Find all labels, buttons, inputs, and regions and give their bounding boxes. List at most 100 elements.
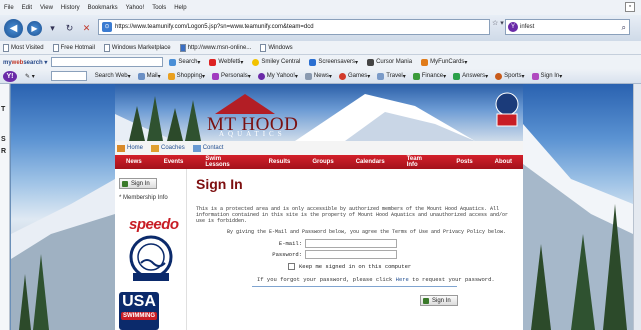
home-icon [117,144,125,152]
left-sidebar: Sign In * Membership Info speedo USA SWI… [115,169,187,330]
menu-tools[interactable]: Tools [152,5,166,11]
msn-icon [179,43,186,52]
sign-in-icon [122,180,128,187]
bookmark-msn-online[interactable]: http://www.msn-online... [179,43,251,52]
usa-swimming-logo[interactable]: USA SWIMMING [119,292,159,330]
site-identity-icon[interactable]: ⊙ [102,22,112,32]
nav-news[interactable]: News [115,159,153,165]
membership-info-link[interactable]: * Membership Info [119,195,168,201]
toolbar1-cursor-mania[interactable]: Cursor Mania [367,58,412,66]
side-panel-letter: T [1,106,6,113]
usa-swimming-badge-icon[interactable] [494,92,520,128]
nav-posts[interactable]: Posts [445,159,483,165]
terms-agreement-text: By giving the E-Mail and Password below,… [227,229,507,235]
screensaver-icon [309,58,317,66]
subnav-contact[interactable]: Contact [192,144,223,152]
reload-icon[interactable]: ↻ [63,22,76,35]
subnav-home[interactable]: Home [117,144,143,152]
sign-in-icon [531,72,539,80]
search-icon[interactable]: ⌕ [622,21,626,35]
yahoo-toolbar: Y! ✎ ▾ Search Web ▾ Mail ▾ Shopping ▾ Pe… [0,69,641,84]
dropdown-arrow-icon[interactable]: ▾ [46,22,59,35]
search-text: infest [520,24,535,30]
nav-results[interactable]: Results [258,159,302,165]
toolbar1-search[interactable]: Search ▾ [169,58,200,66]
toolbar2-games[interactable]: Games ▾ [338,72,370,80]
bookmark-windows-marketplace[interactable]: Windows Marketplace [103,43,171,52]
menu-edit[interactable]: Edit [22,5,32,11]
speedo-sponsor-logo[interactable]: speedo [129,216,179,233]
logo-sub-text: AQUATICS [219,130,286,138]
coaches-icon [151,144,160,152]
news-icon [304,72,312,80]
toolbar1-webfetti[interactable]: Webfetti ▾ [209,58,243,66]
navigation-toolbar: ◀ ▶ ▾ ↻ ✕ ⌂ ⊙ https://www.teamunify.com/… [0,15,641,41]
stop-icon[interactable]: ✕ [80,22,93,35]
toolbar-search-input[interactable] [51,57,164,67]
toolbar1-myfuncards[interactable]: MyFunCards ▾ [421,58,467,66]
password-row: Password: [242,250,397,259]
toolbar2-personals[interactable]: Personals ▾ [212,72,251,80]
nav-groups[interactable]: Groups [301,159,344,165]
page-icon [52,43,59,52]
keep-signed-in-checkbox[interactable] [288,263,295,270]
window-control-icon[interactable]: ▫ [625,2,635,12]
toolbar1-smiley-central[interactable]: Smiley Central [252,58,300,66]
forgot-password-link[interactable]: Here [396,276,409,283]
menu-yahoo[interactable]: Yahoo! [126,5,145,11]
menu-history[interactable]: History [61,5,80,11]
back-button[interactable]: ◀ [4,18,23,38]
yahoo-toolbar-input[interactable] [50,71,87,81]
webfetti-icon [209,58,217,66]
bookmark-star-icon[interactable]: ☆ ▾ [492,19,504,27]
nav-about[interactable]: About [484,159,523,165]
side-panel-letter: R [1,148,7,155]
nav-swim-lessons[interactable]: Swim Lessons [194,156,257,168]
toolbar2-search-web[interactable]: Search Web ▾ [95,73,131,80]
toolbar2-sign-in[interactable]: Sign In ▾ [531,72,562,80]
nav-team-info[interactable]: Team Info [396,156,446,168]
search-icon [169,58,177,66]
forgot-password-text: If you forgot your password, please clic… [257,276,495,283]
toolbar2-sports[interactable]: Sports ▾ [495,72,525,80]
bookmark-windows[interactable]: Windows [260,43,293,52]
vertical-scrollbar[interactable] [633,84,641,330]
search-box[interactable]: Y infest ⌕ [505,19,630,35]
password-field[interactable] [305,250,397,259]
toolbar2-travel[interactable]: Travel ▾ [377,72,406,80]
menu-help[interactable]: Help [174,5,186,11]
nav-events[interactable]: Events [153,159,195,165]
bookmark-most-visited[interactable]: Most Visited [3,43,44,52]
sidebar-sign-in-button[interactable]: Sign In [119,178,157,189]
oregon-swimming-logo[interactable] [127,235,175,283]
funcards-icon [421,58,429,66]
mywebsearch-toolbar: mywebsearch ▾ Search ▾ Webfetti ▾ Smiley… [0,55,641,69]
my-yahoo-icon [257,72,265,80]
toolbar2-news[interactable]: News ▾ [304,72,332,80]
yahoo-logo-icon[interactable]: Y! [3,70,17,82]
toolbar2-mail[interactable]: Mail ▾ [137,72,161,80]
toolbar2-finance[interactable]: Finance ▾ [412,72,446,80]
banner-mountain-illustration [115,94,475,141]
address-bar[interactable]: ⊙ https://www.teamunify.com/Logon5.jsp?s… [98,19,490,35]
travel-icon [377,72,385,80]
pencil-icon[interactable]: ✎ ▾ [25,73,35,80]
forward-button[interactable]: ▶ [27,20,42,36]
bookmarks-toolbar: Most Visited Free Hotmail Windows Market… [0,41,641,55]
subnav-coaches[interactable]: Coaches [151,144,185,152]
menu-bookmarks[interactable]: Bookmarks [88,5,118,11]
email-field[interactable] [305,239,397,248]
nav-calendars[interactable]: Calendars [345,159,396,165]
yahoo-search-engine-icon[interactable]: Y [508,22,518,32]
menu-view[interactable]: View [40,5,53,11]
menu-file[interactable]: File [4,5,14,11]
toolbar1-screensavers[interactable]: Screensavers ▾ [309,58,358,66]
bookmark-free-hotmail[interactable]: Free Hotmail [52,43,95,52]
sign-in-button-label: Sign In [432,297,451,304]
toolbar2-answers[interactable]: Answers ▾ [453,72,488,80]
mywebsearch-logo[interactable]: mywebsearch ▾ [3,59,47,66]
sign-in-icon [423,297,429,304]
toolbar2-shopping[interactable]: Shopping ▾ [167,72,205,80]
toolbar2-my-yahoo[interactable]: My Yahoo! ▾ [257,72,298,80]
sign-in-button[interactable]: Sign In [420,295,458,306]
